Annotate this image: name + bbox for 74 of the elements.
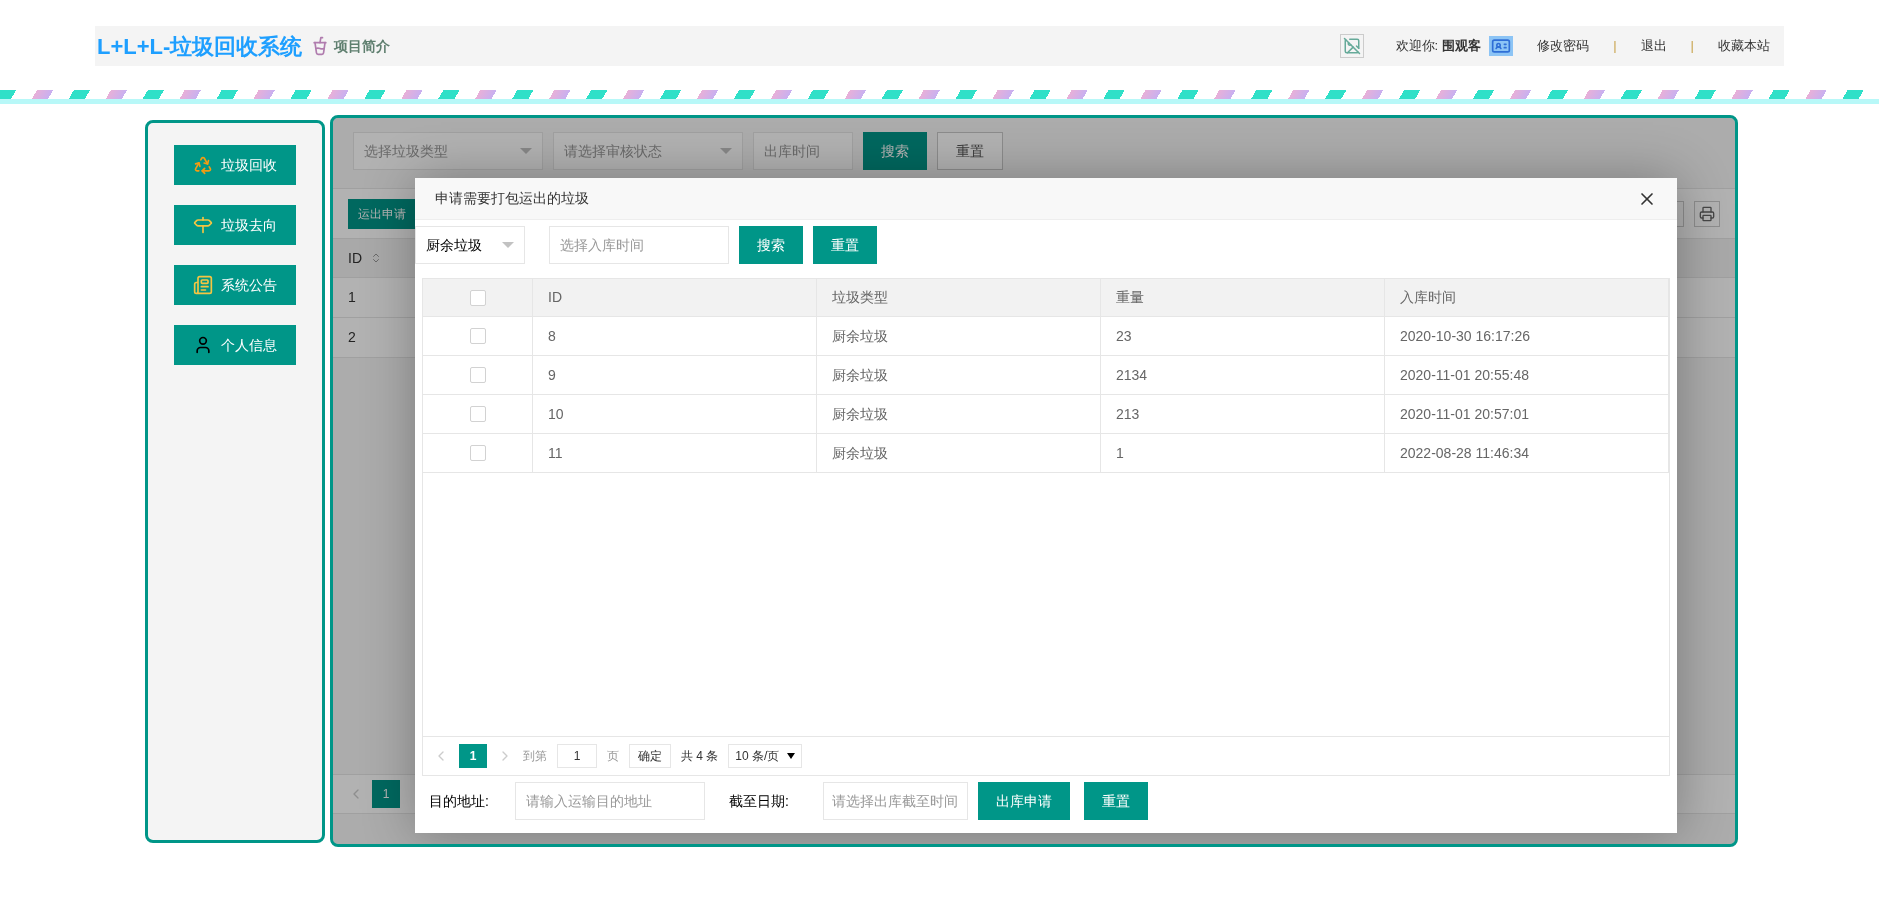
address-field[interactable]: 请输入运输目的地址 — [515, 782, 705, 820]
table-cell-text: 9 — [548, 365, 556, 385]
header-link[interactable]: 修改密码 — [1537, 36, 1590, 56]
reset-button[interactable]: 重置 — [1084, 782, 1148, 820]
table-cell-text: 2022-08-28 11:46:34 — [1400, 443, 1529, 463]
column-header: ID — [548, 288, 562, 307]
checkbox[interactable] — [469, 289, 486, 306]
table-cell-text: 2134 — [1116, 365, 1148, 385]
sidebar-item[interactable]: 个人信息 — [174, 325, 296, 365]
column-header: 重量 — [1116, 288, 1144, 307]
checkbox[interactable] — [469, 367, 486, 383]
table-cell-text: 2020-10-30 16:17:26 — [1400, 326, 1530, 346]
sidebar-item[interactable]: 系统公告 — [174, 265, 296, 305]
select-field[interactable]: 请选择审核状态 — [553, 132, 743, 170]
type-select[interactable]: 厨余垃圾 — [415, 226, 525, 264]
table-cell-text: 2020-11-01 20:57:01 — [1400, 404, 1529, 424]
table-cell-text: 厨余垃圾 — [832, 404, 888, 424]
recycle-icon — [193, 155, 213, 175]
select-field[interactable]: 选择垃圾类型 — [353, 132, 543, 170]
table-cell-text: 厨余垃圾 — [832, 443, 888, 463]
search-button[interactable]: 搜索 — [739, 226, 803, 264]
table-cell-text: 厨余垃圾 — [832, 326, 888, 346]
table-cell-text: 1 — [1116, 443, 1124, 463]
column-header: 垃圾类型 — [832, 288, 888, 307]
deadline-label: 截至日期: — [729, 791, 790, 811]
date-field[interactable]: 出库时间 — [753, 132, 853, 170]
search-button[interactable]: 搜索 — [863, 132, 927, 170]
checkbox[interactable] — [469, 406, 486, 422]
table-cell-text: 2 — [348, 328, 356, 347]
checkbox[interactable] — [469, 328, 486, 344]
table-cell-text: 23 — [1116, 326, 1132, 346]
address-label: 目的地址: — [429, 791, 490, 811]
intro-link[interactable]: 项目简介 — [334, 35, 391, 57]
checkbox[interactable] — [469, 445, 486, 461]
id-card-icon — [1489, 36, 1514, 56]
goto-label: 到第 — [523, 748, 547, 765]
app-title: L+L+L-垃圾回收系统 — [97, 32, 303, 61]
separator: | — [1613, 37, 1617, 56]
column-header: ID — [348, 248, 362, 268]
deadline-field[interactable]: 请选择出库截至时间 — [823, 782, 968, 820]
page-unit: 页 — [607, 748, 619, 765]
modal-title: 申请需要打包运出的垃圾 — [435, 189, 589, 208]
table-cell-text: 11 — [548, 443, 563, 463]
total-count: 共 4 条 — [681, 748, 719, 765]
table-cell-text: 8 — [548, 326, 556, 346]
broken-image-icon — [1339, 34, 1364, 58]
sidebar-item[interactable]: 垃圾去向 — [174, 205, 296, 245]
sort-icon[interactable] — [370, 252, 382, 264]
column-header: 入库时间 — [1400, 288, 1456, 307]
header-link[interactable]: 收藏本站 — [1718, 36, 1770, 56]
user-icon — [193, 335, 213, 355]
reset-button[interactable]: 重置 — [813, 226, 877, 264]
page-size-select[interactable]: 10 条/页 — [728, 744, 803, 768]
date-field[interactable]: 选择入库时间 — [549, 226, 729, 264]
signpost-icon — [193, 215, 213, 235]
submit-button[interactable]: 出库申请 — [978, 782, 1070, 820]
table-cell-text: 10 — [548, 404, 564, 424]
confirm-button[interactable]: 确定 — [629, 744, 671, 768]
sidebar-item[interactable]: 垃圾回收 — [174, 145, 296, 185]
welcome-label: 欢迎你: — [1395, 37, 1439, 56]
print-icon[interactable] — [1694, 200, 1720, 227]
page-number[interactable]: 1 — [372, 780, 400, 808]
table-cell-text: 1 — [348, 288, 356, 307]
notice-icon — [193, 275, 213, 295]
header-link[interactable]: 退出 — [1640, 36, 1667, 56]
page-input[interactable]: 1 — [557, 744, 597, 768]
reset-button[interactable]: 重置 — [937, 132, 1003, 170]
table-cell-text: 213 — [1116, 404, 1140, 424]
page-number[interactable]: 1 — [459, 744, 487, 768]
separator: | — [1690, 37, 1694, 56]
table-cell-text: 2020-11-01 20:55:48 — [1400, 365, 1529, 385]
table-cell-text: 厨余垃圾 — [832, 365, 888, 385]
user-name: 围观客 — [1442, 37, 1482, 56]
apply-button[interactable]: 运出申请 — [348, 198, 416, 229]
